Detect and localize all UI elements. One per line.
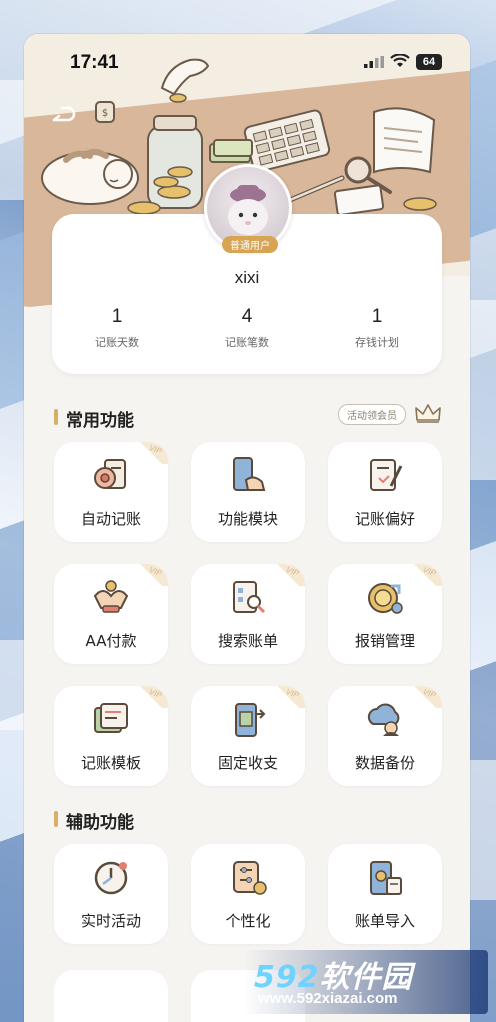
stat-savings-plan[interactable]: 1 存钱计划 [312, 306, 442, 366]
username: xixi [234, 268, 260, 287]
stat-value: 4 [241, 306, 253, 327]
watermark-url: www.592xiazai.com [258, 990, 398, 1007]
tile-live-activity[interactable]: 实时活动 [54, 844, 168, 944]
note-card-icon [334, 184, 385, 216]
battery-icon: 64 [416, 54, 442, 70]
tile-label: 数据备份 [354, 754, 415, 772]
personalization-icon [233, 861, 267, 895]
vip-tag: VIP [134, 442, 168, 464]
stat-label: 记账天数 [95, 336, 139, 349]
tile-template[interactable]: VIP 记账模板 [54, 686, 168, 786]
stats-row: 1 记账天数 4 记账笔数 1 存钱计划 [52, 306, 442, 366]
tile-label: 账单导入 [354, 912, 415, 930]
tile-label: 搜索账单 [217, 632, 278, 650]
bill-import-icon [370, 861, 402, 895]
stat-label: 存钱计划 [355, 336, 399, 349]
tile-function-module[interactable]: 功能模块 [191, 442, 305, 542]
stat-bookkeeping-days[interactable]: 1 记账天数 [52, 306, 182, 366]
tile-reimbursement[interactable]: VIP 报销管理 [328, 564, 442, 664]
coins-icon [403, 197, 437, 211]
wifi-icon [390, 54, 410, 67]
watermark: 592软件园 www.592xiazai.com [244, 950, 488, 1014]
tile-label: 个性化 [225, 912, 271, 930]
search-bill-icon [233, 581, 266, 614]
tile-bookkeeping-preference[interactable]: 记账偏好 [328, 442, 442, 542]
common-functions-grid: VIP 自动记账 功能模块 记账偏好 VIP AA付款 VIP 搜索账单 VIP… [54, 442, 442, 786]
aa-payment-icon [93, 580, 129, 613]
back-arrow-icon[interactable] [48, 98, 78, 128]
stat-bookkeeping-count[interactable]: 4 记账笔数 [182, 306, 312, 366]
section-title-common: 常用功能 [54, 406, 134, 431]
tile-personalization[interactable]: 个性化 [191, 844, 305, 944]
status-bar: 17:41 64 [24, 52, 470, 76]
cellular-signal-icon [364, 56, 384, 68]
tile-label: 报销管理 [354, 632, 415, 650]
template-icon [94, 703, 128, 733]
stat-value: 1 [111, 306, 123, 327]
phone-screen: $ 17:41 64 普通用户 xixi 1 记账天数 4 记账笔数 1 存钱计… [24, 34, 470, 1022]
tile-fixed-income-expense[interactable]: VIP 固定收支 [191, 686, 305, 786]
tile-partial [54, 970, 168, 1022]
vip-tag: VIP [408, 686, 442, 708]
tile-label: 记账模板 [80, 754, 141, 772]
function-module-icon [233, 457, 266, 491]
tile-label: 功能模块 [217, 510, 278, 528]
user-level-badge: 普通用户 [222, 236, 278, 253]
tile-auto-bookkeeping[interactable]: VIP 自动记账 [54, 442, 168, 542]
vip-tag: VIP [271, 686, 305, 708]
tile-label: 记账偏好 [354, 510, 415, 528]
stat-label: 记账笔数 [225, 336, 269, 349]
stat-value: 1 [371, 306, 383, 327]
tile-data-backup[interactable]: VIP 数据备份 [328, 686, 442, 786]
tile-bill-import[interactable]: 账单导入 [328, 844, 442, 944]
fixed-income-expense-icon [235, 703, 266, 737]
vip-tag: VIP [408, 564, 442, 586]
vip-tag: VIP [134, 686, 168, 708]
tile-label: 自动记账 [80, 510, 141, 528]
tile-search-bill[interactable]: VIP 搜索账单 [191, 564, 305, 664]
status-time: 17:41 [70, 52, 119, 73]
reimbursement-icon [368, 583, 403, 614]
tile-label: 实时活动 [80, 912, 141, 930]
section-title-auxiliary: 辅助功能 [54, 808, 134, 833]
coin-tag-icon: $ [95, 101, 115, 123]
data-backup-icon [367, 703, 400, 736]
tile-label: AA付款 [85, 632, 137, 650]
tile-aa-payment[interactable]: VIP AA付款 [54, 564, 168, 664]
vip-tag: VIP [134, 564, 168, 586]
get-membership-button[interactable]: 活动领会员 [338, 404, 406, 425]
svg-text:$: $ [102, 108, 108, 119]
crown-icon[interactable] [414, 402, 442, 424]
bookkeeping-preference-icon [370, 459, 403, 491]
live-activity-icon [94, 861, 128, 895]
sleeping-cat-icon [41, 149, 139, 205]
auto-bookkeeping-icon [94, 459, 126, 489]
tile-label: 固定收支 [217, 754, 278, 772]
vip-tag: VIP [271, 564, 305, 586]
auxiliary-functions-grid: 实时活动 个性化 账单导入 [54, 844, 442, 944]
